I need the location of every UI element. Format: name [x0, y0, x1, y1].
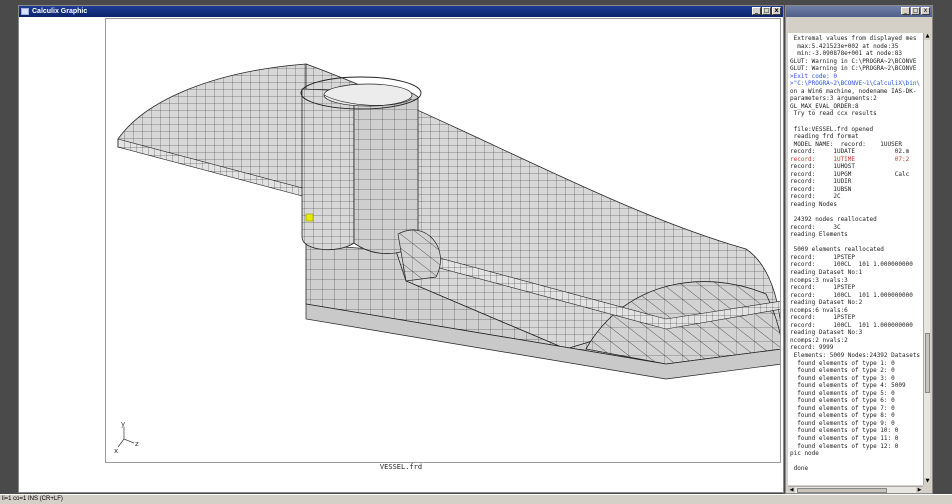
- maximize-button[interactable]: □: [762, 7, 771, 15]
- console-line: 24392 nodes reallocated: [790, 216, 877, 224]
- console-line: found elements of type 9: 0: [790, 419, 895, 427]
- console-line: min:-3.090878e+001 at node:83: [790, 50, 902, 58]
- console-line: Elements: 5009 Nodes:24392 Datasets: [790, 351, 921, 359]
- console-line: record: 1UPGM Calc: [790, 170, 910, 178]
- axes-triad: y z x: [114, 420, 139, 455]
- scroll-up-icon[interactable]: ▲: [924, 33, 931, 40]
- console-window: _ □ x Extremal values from displayed mes…: [785, 5, 933, 494]
- console-line: MODEL NAME: record: 1UUSER: [790, 140, 902, 148]
- viewport-caption: VESSEL.frd: [379, 463, 423, 471]
- graphics-window: Calculix Graphic _ □ x y z x VESSEL.frd: [18, 5, 784, 493]
- console-line: found elements of type 1: 0: [790, 359, 895, 367]
- console-line: record: 1UHOST: [790, 163, 856, 171]
- console-line: >"C:\PROGRA~2\BCONVE~1\CalculiX\bin\: [790, 80, 921, 88]
- scroll-right-icon[interactable]: ▶: [916, 487, 923, 493]
- console-title-bar[interactable]: _ □ x: [786, 6, 932, 17]
- axis-x-label: x: [114, 447, 118, 455]
- graphics-title-bar[interactable]: Calculix Graphic _ □ x: [19, 6, 783, 17]
- console-line: record: 1PSTEP: [790, 314, 856, 322]
- console-line: reading Dataset No:2: [790, 299, 863, 307]
- console-line: 5009 elements reallocated: [790, 246, 884, 254]
- console-line: max:5.421523e+002 at node:35: [790, 42, 899, 50]
- scroll-down-icon[interactable]: ▼: [924, 478, 931, 485]
- console-line: Try to read ccx results: [790, 110, 877, 118]
- console-line: ncomps:2 nvals:2: [790, 336, 848, 344]
- console-line: found elements of type 6: 0: [790, 397, 895, 405]
- console-line: done: [790, 465, 809, 473]
- console-output[interactable]: Extremal values from displayed mes max:5…: [788, 33, 923, 485]
- console-line: record: 100CL 101 1.000000000: [790, 261, 913, 269]
- console-line: found elements of type 3: 0: [790, 374, 895, 382]
- console-line: record: 1UTIME 07:2: [790, 155, 910, 163]
- console-line: found elements of type 12: 0: [790, 442, 899, 450]
- status-bar: li=1 co=1 INS (CR+LF): [0, 494, 952, 504]
- console-line: GL_MAX_EVAL_ORDER:8: [790, 102, 859, 110]
- console-maximize-button[interactable]: □: [911, 7, 920, 15]
- nozzle-outer: [301, 88, 355, 251]
- console-line: record: 100CL 101 1.000000000: [790, 321, 913, 329]
- mesh-viewport[interactable]: y z x: [105, 18, 781, 463]
- scroll-thumb[interactable]: [925, 333, 930, 393]
- scroll-left-icon[interactable]: ◀: [788, 487, 795, 493]
- console-line: found elements of type 11: 0: [790, 434, 899, 442]
- axis-y-label: y: [121, 420, 125, 428]
- axis-z-label: z: [135, 440, 139, 448]
- console-line: ncomps:3 nvals:3: [790, 276, 848, 284]
- console-line: found elements of type 5: 0: [790, 389, 895, 397]
- console-line: file:VESSEL.frd opened: [790, 125, 874, 133]
- console-line: record: 1UBSN: [790, 185, 852, 193]
- console-line: record: 100CL 101 1.000000000: [790, 291, 913, 299]
- console-line: reading frd format: [790, 133, 859, 141]
- console-line: ncomps:6 nvals:6: [790, 306, 848, 314]
- console-line: record: 1UDATE 02.m: [790, 148, 910, 156]
- console-line: GLUT: Warning in C:\PROGRA~2\BCONVE: [790, 65, 917, 73]
- pick-marker: [305, 213, 314, 222]
- console-line: >Exit code: 0: [790, 72, 837, 80]
- console-line: GLUT: Warning in C:\PROGRA~2\BCONVE: [790, 57, 917, 65]
- status-text: li=1 co=1 INS (CR+LF): [2, 496, 63, 502]
- console-line: record: 1UDIR: [790, 178, 852, 186]
- console-close-button[interactable]: x: [921, 7, 930, 15]
- console-line: reading Nodes: [790, 201, 837, 209]
- console-line: record: 2C: [790, 193, 841, 201]
- console-vertical-scrollbar[interactable]: ▲ ▼: [923, 33, 931, 485]
- console-line: Extremal values from displayed mes: [790, 35, 917, 42]
- console-line: found elements of type 10: 0: [790, 427, 899, 435]
- console-line: record: 3C: [790, 223, 841, 231]
- minimize-button[interactable]: _: [752, 7, 761, 15]
- console-line: record: 1PSTEP: [790, 253, 856, 261]
- console-line: reading Dataset No:1: [790, 268, 863, 276]
- hscroll-thumb[interactable]: [797, 488, 887, 493]
- console-line: record: 9999: [790, 344, 834, 352]
- console-line: found elements of type 8: 0: [790, 412, 895, 420]
- graphics-title: Calculix Graphic: [32, 8, 88, 15]
- console-line: record: 1PSTEP: [790, 284, 856, 292]
- console-line: on a Win6 machine, nodename IAS-DK-: [790, 87, 917, 95]
- console-line: found elements of type 2: 0: [790, 367, 895, 375]
- console-horizontal-scrollbar[interactable]: ◀ ▶: [788, 486, 923, 493]
- app-icon: [21, 8, 29, 15]
- vessel-mesh: y z x: [114, 63, 780, 455]
- console-line: pic node: [790, 450, 819, 458]
- console-minimize-button[interactable]: _: [901, 7, 910, 15]
- console-line: reading Dataset No:3: [790, 329, 863, 337]
- close-button[interactable]: x: [772, 7, 781, 15]
- nozzle-inner: [353, 86, 419, 254]
- console-line: reading Elements: [790, 231, 848, 239]
- console-line: found elements of type 4: 5009: [790, 382, 906, 390]
- console-line: found elements of type 7: 0: [790, 404, 895, 412]
- console-line: parameters:3 arguments:2: [790, 95, 877, 103]
